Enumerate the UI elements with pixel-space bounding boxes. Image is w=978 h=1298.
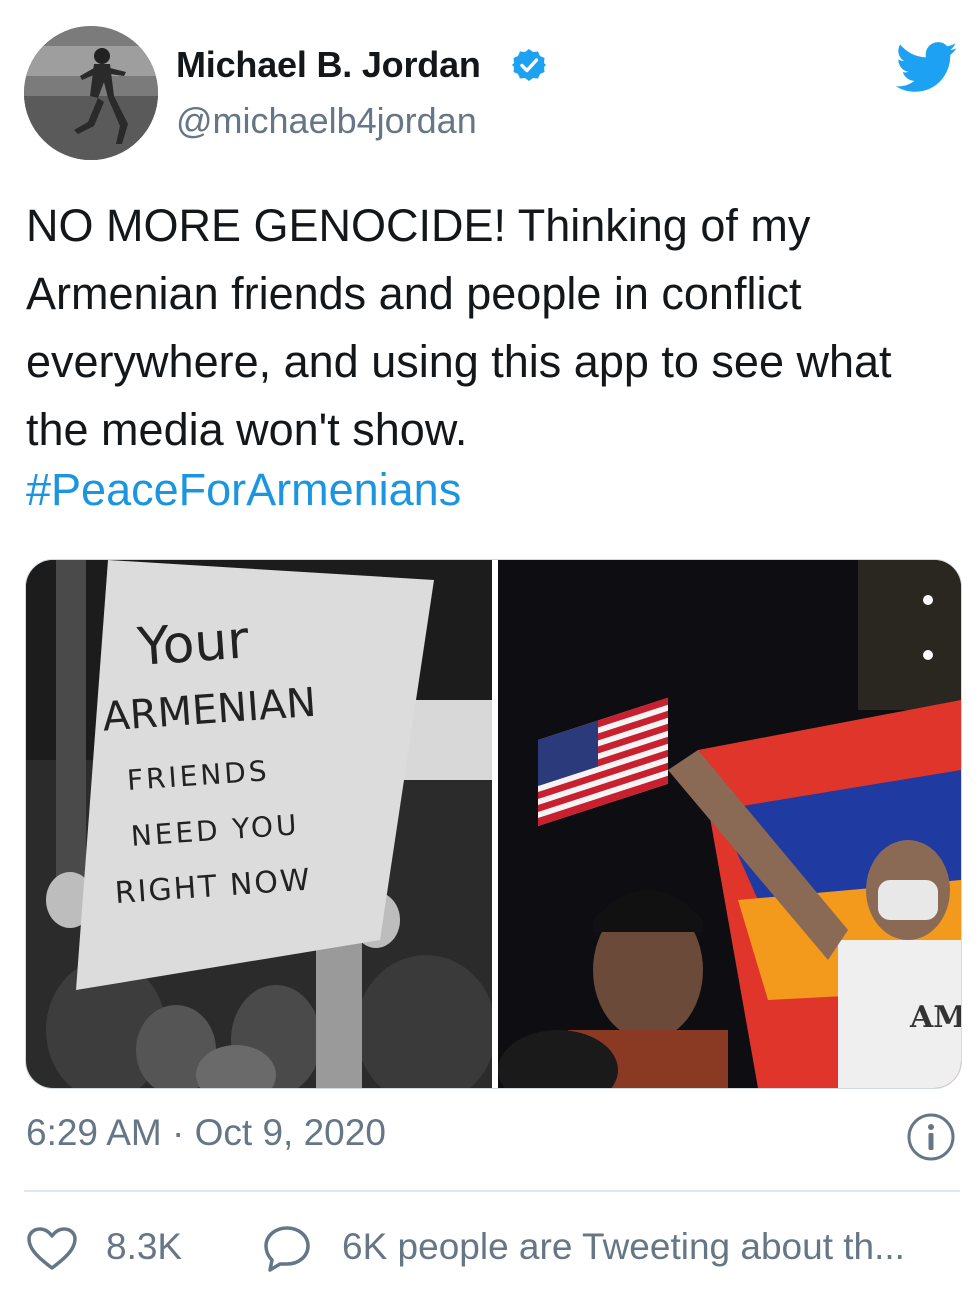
info-icon[interactable] <box>906 1112 956 1162</box>
protest-sign-photo[interactable]: Your ARMENIAN FRIENDS NEED YOU RIGHT NOW <box>26 560 492 1088</box>
conversation-link[interactable]: 6K people are Tweeting about th... <box>342 1226 905 1268</box>
author-display-name[interactable]: Michael B. Jordan <box>176 44 481 86</box>
tweet-text: NO MORE GENOCIDE! Thinking of my Armenia… <box>26 200 892 455</box>
heart-icon[interactable] <box>26 1226 78 1272</box>
avatar[interactable] <box>24 26 158 160</box>
divider <box>24 1190 960 1192</box>
reply-bubble-icon[interactable] <box>262 1224 312 1272</box>
flags-protest-photo[interactable]: AM <box>498 560 961 1088</box>
twitter-bird-icon[interactable] <box>896 42 958 94</box>
media-grid: Your ARMENIAN FRIENDS NEED YOU RIGHT NOW <box>25 559 962 1089</box>
shirt-text: AM <box>910 1000 961 1035</box>
avatar-photo <box>24 26 158 160</box>
tweet-timestamp[interactable]: 6:29 AM · Oct 9, 2020 <box>26 1112 386 1154</box>
author-handle[interactable]: @michaelb4jordan <box>176 100 477 142</box>
like-count[interactable]: 8.3K <box>106 1226 182 1268</box>
verified-badge-icon <box>512 49 546 81</box>
hashtag-link[interactable]: #PeaceForArmenians <box>26 464 461 516</box>
